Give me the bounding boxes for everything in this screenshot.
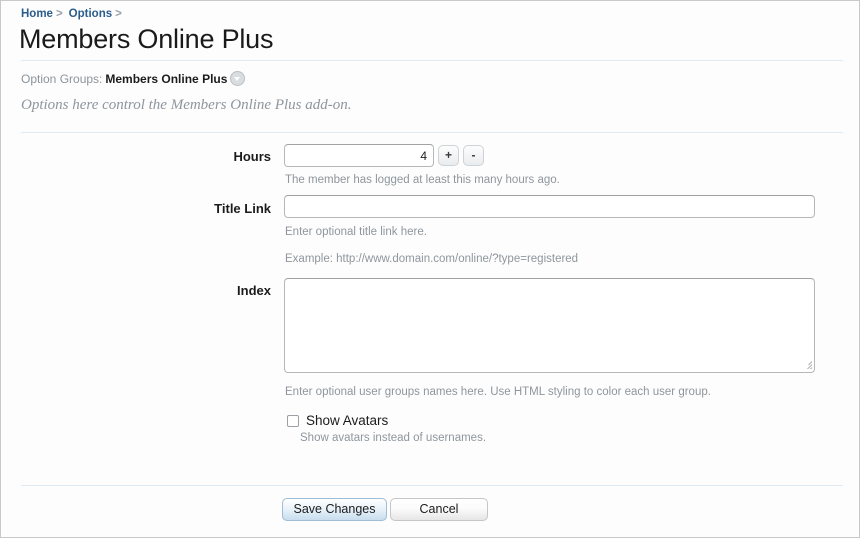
option-groups-selector[interactable]: Option Groups: Members Online Plus bbox=[21, 71, 246, 87]
chevron-down-circle-icon[interactable] bbox=[230, 71, 246, 86]
breadcrumb-separator: > bbox=[55, 8, 63, 20]
page-title: Members Online Plus bbox=[19, 24, 274, 54]
index-textarea[interactable] bbox=[284, 278, 815, 373]
breadcrumb-item-options[interactable]: Options bbox=[69, 8, 112, 20]
cancel-button[interactable]: Cancel bbox=[390, 498, 488, 521]
field-label-index: Index bbox=[237, 283, 271, 298]
save-changes-button[interactable]: Save Changes bbox=[282, 498, 387, 521]
admin-options-page: Home > Options > Members Online Plus Option… bbox=[0, 0, 860, 538]
option-groups-label: Option Groups: bbox=[21, 72, 103, 86]
field-control-index bbox=[284, 278, 815, 373]
show-avatars-hint: Show avatars instead of usernames. bbox=[300, 432, 487, 444]
title-link-input[interactable] bbox=[284, 195, 815, 218]
header-divider bbox=[21, 132, 843, 133]
field-control-title-link bbox=[284, 195, 815, 218]
title-link-hint: Enter optional title link here. bbox=[285, 226, 427, 238]
breadcrumb-item-home[interactable]: Home bbox=[21, 8, 53, 20]
index-textarea-wrapper bbox=[284, 278, 815, 373]
breadcrumb: Home > Options > bbox=[21, 7, 128, 21]
title-divider bbox=[21, 60, 843, 61]
show-avatars-checkbox[interactable] bbox=[287, 415, 299, 427]
field-control-hours: +- bbox=[284, 144, 484, 167]
hours-hint: The member has logged at least this many… bbox=[285, 174, 560, 186]
option-groups-value: Members Online Plus bbox=[105, 72, 228, 86]
footer-divider bbox=[21, 485, 843, 486]
hours-input[interactable] bbox=[284, 144, 434, 167]
show-avatars-label[interactable]: Show Avatars bbox=[306, 412, 388, 430]
option-groups-description: Options here control the Members Online … bbox=[21, 97, 352, 113]
index-hint: Enter optional user groups names here. U… bbox=[285, 386, 711, 398]
title-link-example: Example: http://www.domain.com/online/?t… bbox=[285, 253, 579, 265]
field-label-title-link: Title Link bbox=[214, 201, 271, 216]
field-label-hours: Hours bbox=[233, 149, 271, 164]
hours-increment-button[interactable]: + bbox=[438, 144, 459, 166]
hours-decrement-button[interactable]: - bbox=[463, 144, 484, 166]
breadcrumb-separator: > bbox=[115, 8, 122, 20]
